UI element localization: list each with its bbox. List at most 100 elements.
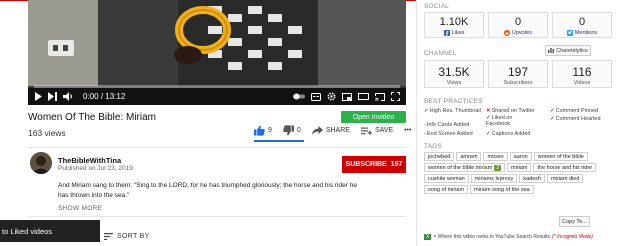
tag-chip[interactable]: amram <box>456 152 482 161</box>
tag-chip[interactable]: miriam died <box>546 174 584 183</box>
subscriber-count: 197 <box>390 161 403 168</box>
sort-comments-button[interactable]: SORT BY <box>104 233 150 240</box>
save-button[interactable]: SAVE <box>360 127 393 135</box>
sort-by-label: SORT BY <box>117 233 150 240</box>
tags-section-label: TAGS <box>424 143 443 150</box>
social-upvotes-card: 0 Upvotes <box>488 12 548 38</box>
tag-chip[interactable]: aaron <box>509 152 532 161</box>
facebook-icon <box>443 30 450 36</box>
social-upvotes-label: Upvotes <box>511 30 533 36</box>
publish-date: Published on Jul 23, 2019 <box>58 165 133 172</box>
best-practices-list: ✓High Res. Thumbnail -Info Cards Added -… <box>424 108 620 140</box>
best-practice-text: Info Cards Added <box>426 122 470 128</box>
channel-subscribers-value: 197 <box>507 65 529 79</box>
dislike-button[interactable]: 0 <box>283 125 301 136</box>
tag-text: song of miriam <box>428 186 465 193</box>
like-button[interactable]: 9 <box>254 125 272 136</box>
channel-name[interactable]: TheBibleWithTina <box>58 156 121 165</box>
video-description: And Miriam sang to them: "Sing to the LO… <box>58 182 357 199</box>
best-practice-text: Captions Added <box>491 131 531 137</box>
channelytics-button[interactable]: Channelytics <box>545 45 591 56</box>
tag-chip[interactable]: miriam song of the sea <box>470 185 534 194</box>
best-practice-text: Shared on Twitter <box>491 108 535 114</box>
tag-text: miriam song of the sea <box>474 186 530 193</box>
tags-list: jochebed amram moses aaron women of the bibl… <box>424 152 618 194</box>
tag-text: kadesh <box>523 175 541 182</box>
show-more-button[interactable]: SHOW MORE <box>58 205 102 212</box>
channel-views-value: 31.5K <box>438 65 470 79</box>
play-icon[interactable] <box>34 92 42 101</box>
channel-subscribers-label: Subscribers <box>503 80 533 86</box>
best-practice-item: ✓Comment Pinned <box>550 108 620 114</box>
best-practice-text: Comment Hearted <box>555 116 601 122</box>
status-mark: ✓ <box>424 108 429 114</box>
tag-chip[interactable]: kadesh <box>519 174 545 183</box>
status-mark: - <box>424 122 426 128</box>
like-count: 9 <box>268 127 272 134</box>
autoplay-toggle-icon[interactable] <box>293 93 305 100</box>
video-player[interactable]: 0:00 / 13:12 <box>28 0 406 105</box>
status-mark: - <box>424 131 426 137</box>
social-likes-label: Likes <box>451 30 465 36</box>
tag-rank-badge: 3 <box>494 164 501 171</box>
best-practices-section-label: BEST PRACTICES <box>424 98 483 105</box>
theater-mode-icon[interactable] <box>358 93 369 100</box>
social-mentions-value: 0 <box>578 16 586 28</box>
miniplayer-icon[interactable] <box>342 92 352 101</box>
tag-chip[interactable]: women of the bible miriam 3 <box>424 163 505 172</box>
tag-text: the horse and his rider <box>537 164 593 171</box>
avatar-photo <box>30 152 52 174</box>
tag-chip[interactable]: song of miriam <box>424 185 469 194</box>
next-icon[interactable] <box>48 92 57 101</box>
copy-to-button[interactable]: Copy To... <box>559 216 590 227</box>
sort-icon <box>104 233 113 240</box>
sentiment-bar-fill <box>254 140 304 142</box>
video-frame[interactable] <box>28 0 406 86</box>
best-practice-item: ✓Captions Added <box>486 131 548 137</box>
video-page: 0:00 / 13:12 Women Of The Bible: Miriam … <box>0 0 416 246</box>
share-label: SHARE <box>325 127 350 134</box>
tag-text: miriam <box>510 164 528 171</box>
volume-icon[interactable] <box>63 92 73 101</box>
tag-text: jochebed <box>428 153 451 160</box>
bar-chart-icon <box>548 48 555 53</box>
best-practice-item: -End Screen Added <box>424 131 484 137</box>
fullscreen-icon[interactable] <box>391 92 400 101</box>
captions-icon[interactable] <box>311 92 321 101</box>
settings-icon[interactable] <box>327 92 336 101</box>
share-button[interactable]: SHARE <box>311 126 350 135</box>
player-controls: 0:00 / 13:12 <box>28 88 406 105</box>
channel-subscribers-card: 197 Subscribers <box>488 60 548 88</box>
rank-badge: X <box>424 234 432 240</box>
tag-chip[interactable]: miriams leprosy <box>470 174 518 183</box>
social-mentions-card: 0 Mentions <box>552 12 612 38</box>
best-practice-item: ✕Shared on Twitter <box>486 108 548 114</box>
divider <box>28 147 406 148</box>
best-practice-item: ✓High Res. Thumbnail <box>424 108 482 114</box>
channel-avatar[interactable] <box>30 152 52 174</box>
social-mentions-label: Mentions <box>574 30 598 36</box>
playlist-add-icon <box>360 127 372 135</box>
cast-icon[interactable] <box>375 92 385 101</box>
channelytics-label: Channelytics <box>556 47 588 54</box>
channel-videos-card: 116 Videos <box>552 60 612 88</box>
tag-text: cushite woman <box>428 175 465 182</box>
open-invideo-button[interactable]: Open Invideo <box>341 111 406 123</box>
tag-chip[interactable]: moses <box>483 152 508 161</box>
subscribe-label: SUBSCRIBE <box>345 161 387 168</box>
divider <box>28 216 406 217</box>
toast-notification: to Liked videos <box>0 220 100 242</box>
more-actions-button[interactable]: ••• <box>404 127 411 134</box>
incognito-mode-link[interactable]: (* Incognito Mode) <box>552 234 593 240</box>
tag-chip[interactable]: miriam <box>506 163 532 172</box>
channel-views-card: 31.5K Views <box>424 60 484 88</box>
search-rank-note: X = Where this video ranks in YouTube Se… <box>424 234 624 240</box>
share-icon <box>311 126 323 135</box>
tag-chip[interactable]: jochebed <box>424 152 455 161</box>
tag-text: aaron <box>513 153 528 160</box>
subscribe-button[interactable]: SUBSCRIBE 197 <box>342 156 406 173</box>
tag-chip[interactable]: the horse and his rider <box>533 163 597 172</box>
tag-chip[interactable]: women of the bible <box>533 152 588 161</box>
tag-chip[interactable]: cushite woman <box>424 174 469 183</box>
best-practice-text: High Res. Thumbnail <box>429 108 481 114</box>
